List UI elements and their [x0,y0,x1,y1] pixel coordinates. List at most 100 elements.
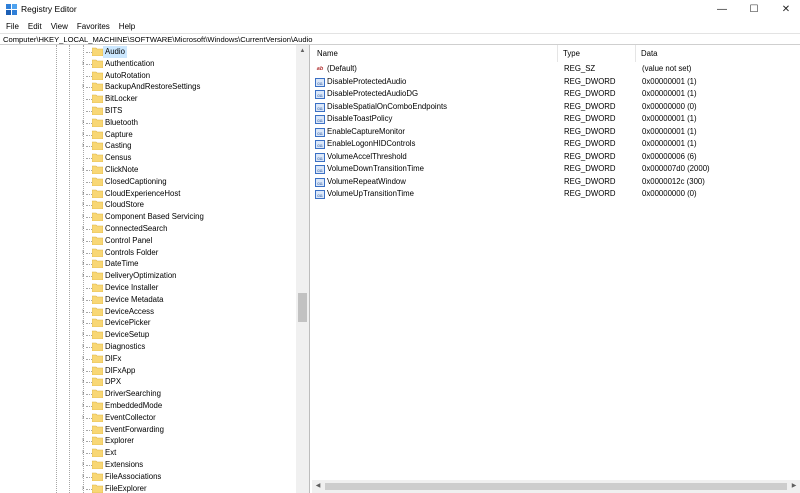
tree-item[interactable]: › DPX [0,376,296,388]
tree-item[interactable]: Audio [0,46,296,58]
tree-item-label: ClosedCaptioning [105,176,167,186]
value-data: (value not set) [642,64,692,73]
menu-favorites[interactable]: Favorites [77,22,110,31]
tree-item[interactable]: › EventCollector [0,412,296,424]
column-header-name[interactable]: Name [312,45,558,62]
tree-item[interactable]: › BackupAndRestoreSettings [0,81,296,93]
menu-view[interactable]: View [51,22,68,31]
value-type: REG_DWORD [564,176,616,186]
dword-value-icon: 011 [315,90,325,99]
tree-item[interactable]: › Bluetooth [0,117,296,129]
value-row[interactable]: 011 EnableLogonHIDControls REG_DWORD 0x0000… [312,138,800,150]
tree-item[interactable]: › FileExplorer [0,483,296,493]
scrollbar-thumb[interactable] [325,483,787,490]
menu-edit[interactable]: Edit [28,22,42,31]
tree-item[interactable]: › Extensions [0,459,296,471]
tree-item[interactable]: › DeviceAccess [0,306,296,318]
value-type: REG_DWORD [564,126,616,136]
tree-item-label: DeviceAccess [105,306,154,316]
tree-item[interactable]: › FileAssociations [0,471,296,483]
column-header-data[interactable]: Data [636,45,800,62]
tree-item[interactable]: › Component Based Servicing [0,211,296,223]
value-row[interactable]: 011 VolumeRepeatWindow REG_DWORD 0x0000012c… [312,176,800,188]
tree-item[interactable]: › Controls Folder [0,247,296,259]
tree-item[interactable]: EventForwarding [0,424,296,436]
tree-item-label: Authentication [105,58,155,68]
tree-item[interactable]: BitLocker [0,93,296,105]
value-type: REG_DWORD [564,76,616,86]
column-header-type[interactable]: Type [558,45,636,62]
value-row[interactable]: 011 VolumeAccelThreshold REG_DWORD 0x000000… [312,151,800,163]
values-horizontal-scrollbar[interactable]: ◀ ▶ [312,480,800,493]
value-data: 0x00000001 (1) [642,126,697,136]
tree-item[interactable]: › Control Panel [0,235,296,247]
maximize-button[interactable]: ☐ [738,0,770,19]
tree-item[interactable]: › ConnectedSearch [0,223,296,235]
address-bar[interactable]: Computer\HKEY_LOCAL_MACHINE\SOFTWARE\Mic… [0,33,800,45]
dword-value-icon: 011 [315,115,325,124]
folder-icon [92,366,103,375]
scroll-left-arrow-icon[interactable]: ◀ [312,480,324,493]
tree-item[interactable]: › Capture [0,129,296,141]
scroll-up-arrow-icon[interactable]: ▲ [296,45,309,57]
menu-file[interactable]: File [6,22,19,31]
value-data: 0x00000001 (1) [642,139,697,148]
value-row[interactable]: 011 VolumeUpTransitionTime REG_DWORD 0x0000… [312,188,800,200]
value-name: DisableProtectedAudioDG [327,89,419,98]
folder-icon [92,319,103,328]
tree-item[interactable]: › Authentication [0,58,296,70]
tree-item[interactable]: › Casting [0,140,296,152]
scroll-right-arrow-icon[interactable]: ▶ [788,480,800,493]
tree-item[interactable]: › CloudExperienceHost [0,188,296,200]
value-row[interactable]: 011 VolumeDownTransitionTime REG_DWORD 0x00… [312,163,800,175]
value-row[interactable]: 011 DisableProtectedAudioDG REG_DWORD 0x000… [312,88,800,100]
dword-value-icon: 011 [315,140,325,149]
tree-item[interactable]: › DateTime [0,258,296,270]
tree-item[interactable]: › DIFx [0,353,296,365]
menu-help[interactable]: Help [119,22,135,31]
tree-item[interactable]: › Ext [0,447,296,459]
close-button[interactable]: ✕ [770,0,800,19]
tree-vertical-scrollbar[interactable]: ▲ [296,45,309,493]
minimize-button[interactable]: — [706,0,738,19]
tree-item[interactable]: › Diagnostics [0,341,296,353]
tree-item[interactable]: › DriverSearching [0,388,296,400]
tree-item[interactable]: BITS [0,105,296,117]
folder-icon [92,189,103,198]
folder-icon [92,342,103,351]
value-type: REG_DWORD [564,189,616,198]
folder-icon [92,236,103,245]
tree-item[interactable]: ClosedCaptioning [0,176,296,188]
tree-item[interactable]: AutoRotation [0,70,296,82]
folder-icon [92,177,103,186]
tree-item[interactable]: › DIFxApp [0,365,296,377]
folder-icon [92,330,103,340]
value-row[interactable]: 011 DisableProtectedAudio REG_DWORD 0x00000… [312,76,800,88]
tree-item[interactable]: › DevicePicker [0,317,296,329]
tree-item[interactable]: › DeviceSetup [0,329,296,341]
value-row[interactable]: 011 DisableSpatialOnComboEndpoints REG_DWO… [312,101,800,113]
tree-item[interactable]: › DeliveryOptimization [0,270,296,282]
registry-editor-icon [6,4,17,15]
value-row[interactable]: 011 DisableToastPolicy REG_DWORD 0x00000001… [312,113,800,125]
tree-item[interactable]: › ClickNote [0,164,296,176]
tree-item[interactable]: Device Installer [0,282,296,294]
value-data: 0x00000000 (0) [642,189,697,198]
value-row[interactable]: 011 EnableCaptureMonitor REG_DWORD 0x000000… [312,126,800,138]
folder-icon [92,248,103,257]
scrollbar-thumb[interactable] [298,293,307,322]
tree-item-label: DIFxApp [105,365,136,375]
tree-item[interactable]: › Device Metadata [0,294,296,306]
tree-item[interactable]: › Explorer [0,435,296,447]
menu-bar: File Edit View Favorites Help [0,19,800,33]
tree-item[interactable]: › EmbeddedMode [0,400,296,412]
tree-item-label: Ext [105,448,117,458]
value-row[interactable]: ab (Default) REG_SZ (value not set) [312,63,800,75]
folder-icon [92,106,103,115]
tree-item-label: BITS [105,106,123,115]
tree-item-label: Device Installer [105,283,159,292]
tree-item[interactable]: Census [0,152,296,164]
folder-icon [92,484,103,493]
value-name: DisableProtectedAudio [327,76,407,86]
tree-item[interactable]: › CloudStore [0,199,296,211]
